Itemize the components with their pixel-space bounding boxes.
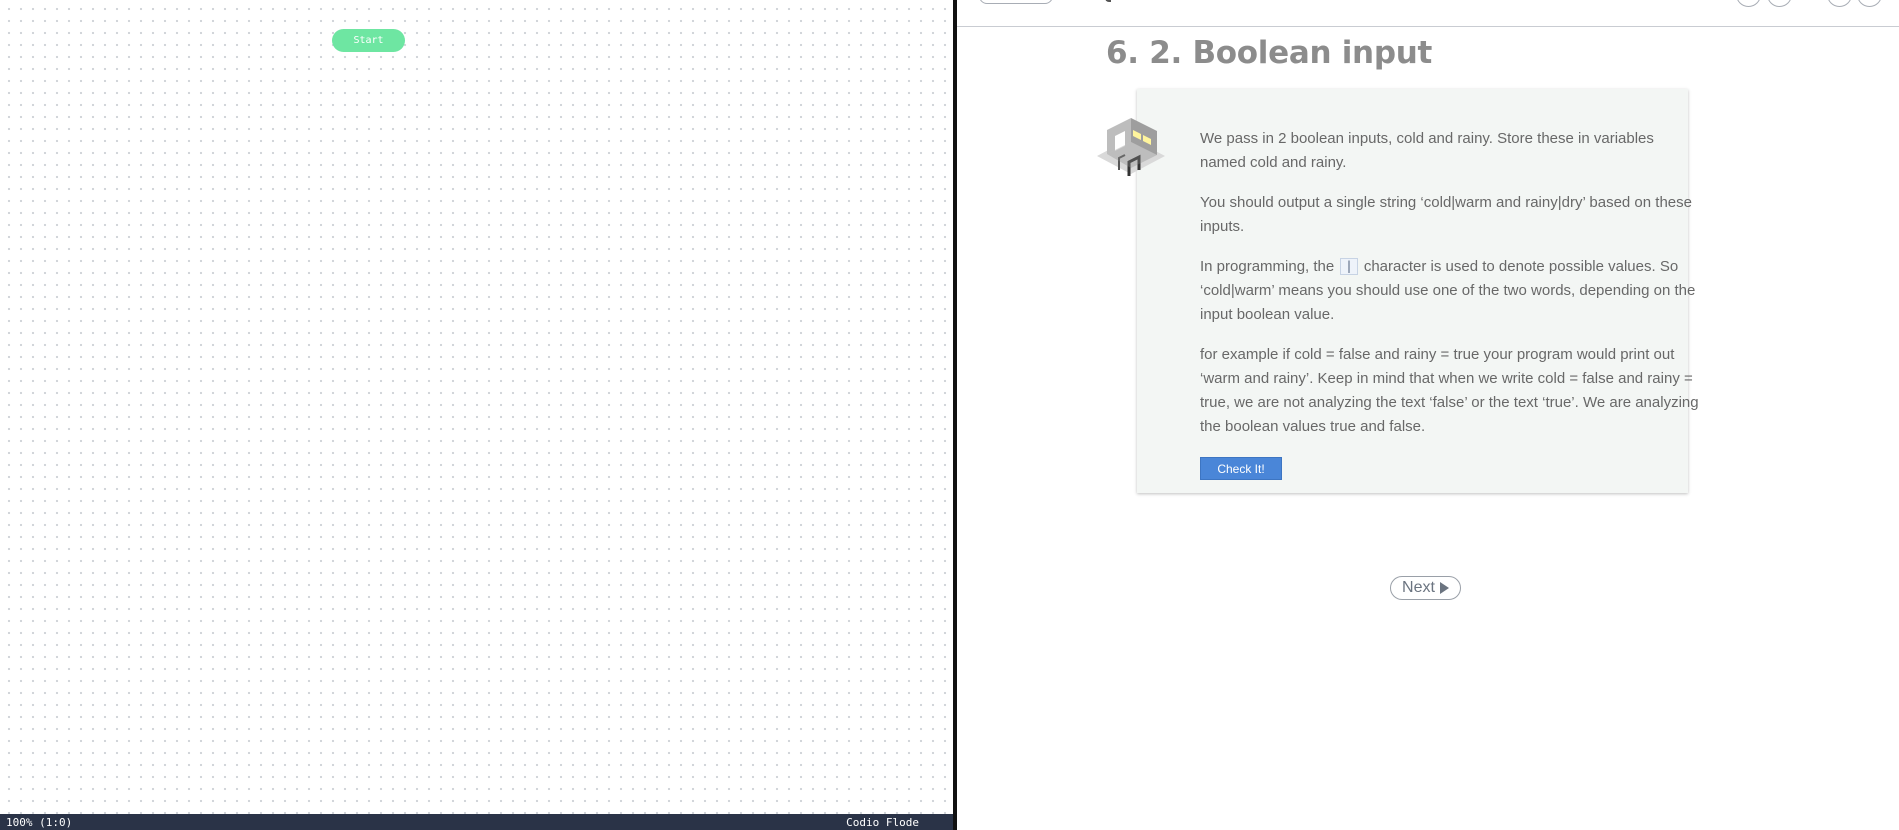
header-logo-fragment xyxy=(1105,0,1111,2)
status-bar: 100% (1:0) Codio Flode xyxy=(0,814,953,830)
paragraph-4: for example if cold = false and rainy = … xyxy=(1200,346,1699,435)
header-circle-button-2[interactable] xyxy=(1767,0,1792,7)
app-root: Start 100% (1:0) Codio Flode 6. 2. Boole… xyxy=(0,0,1899,830)
next-label: Next xyxy=(1402,579,1435,596)
paragraph-3-before: In programming, the xyxy=(1200,258,1335,275)
start-node[interactable]: Start xyxy=(332,29,405,52)
check-it-button[interactable]: Check It! xyxy=(1200,457,1282,480)
play-icon xyxy=(1439,582,1449,594)
isometric-building-icon xyxy=(1097,118,1165,176)
header-circle-button-3[interactable] xyxy=(1827,0,1852,7)
app-name: Codio Flode xyxy=(846,815,919,829)
flowchart-canvas[interactable]: Start 100% (1:0) Codio Flode xyxy=(0,0,953,830)
paragraph-1: We pass in 2 boolean inputs, cold and ra… xyxy=(1200,130,1654,171)
start-node-label: Start xyxy=(353,35,384,46)
guide-pane: 6. 2. Boolean input We pass in 2 boolean… xyxy=(957,0,1899,830)
guide-header xyxy=(957,0,1899,27)
instruction-text: We pass in 2 boolean inputs, cold and ra… xyxy=(1200,127,1700,455)
paragraph-3: In programming, the | character is used … xyxy=(1200,255,1700,327)
pipe-code: | xyxy=(1340,258,1358,275)
next-button[interactable]: Next xyxy=(1390,576,1461,600)
header-circle-button-4[interactable] xyxy=(1857,0,1882,7)
header-circle-button-1[interactable] xyxy=(1736,0,1761,7)
page-title: 6. 2. Boolean input xyxy=(1106,35,1433,71)
header-pill-button[interactable] xyxy=(979,0,1053,4)
paragraph-2: You should output a single string ‘cold|… xyxy=(1200,194,1692,235)
zoom-indicator: 100% (1:0) xyxy=(6,815,73,829)
